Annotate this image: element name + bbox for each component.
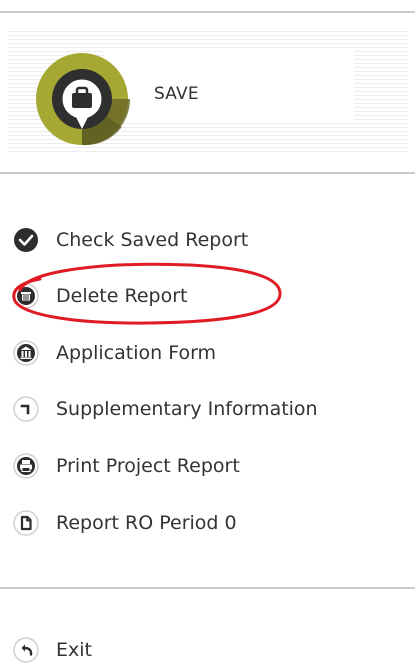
top-divider [0, 11, 415, 13]
menu-item-print-project-report[interactable]: Print Project Report [12, 449, 240, 483]
menu-item-label: Report RO Period 0 [56, 512, 237, 534]
document-icon [12, 509, 40, 537]
check-circle-icon [12, 226, 40, 254]
menu-item-supplementary-information[interactable]: Supplementary Information [12, 392, 318, 426]
divider-before-exit [0, 587, 415, 589]
menu-item-label: Supplementary Information [56, 398, 318, 420]
menu-item-label: Check Saved Report [56, 229, 249, 251]
trash-icon [12, 282, 40, 310]
menu-item-application-form[interactable]: Application Form [12, 336, 216, 370]
menu-item-report-ro-period-0[interactable]: Report RO Period 0 [12, 506, 237, 540]
menu-item-check-saved-report[interactable]: Check Saved Report [12, 223, 248, 257]
menu-item-label: Print Project Report [56, 455, 240, 477]
divider-after-save [0, 172, 415, 174]
save-label: SAVE [154, 84, 199, 104]
menu-item-label: Application Form [56, 342, 217, 364]
menu-item-label: Delete Report [56, 285, 188, 307]
menu-item-delete-report[interactable]: Delete Report [12, 279, 187, 313]
undo-arrow-icon [12, 636, 40, 664]
save-button[interactable] [34, 47, 144, 157]
printer-icon [12, 452, 40, 480]
exit-label: Exit [56, 639, 92, 661]
cropped-text-fragment [0, 0, 22, 6]
bank-icon [12, 339, 40, 367]
corner-arrow-icon [12, 395, 40, 423]
